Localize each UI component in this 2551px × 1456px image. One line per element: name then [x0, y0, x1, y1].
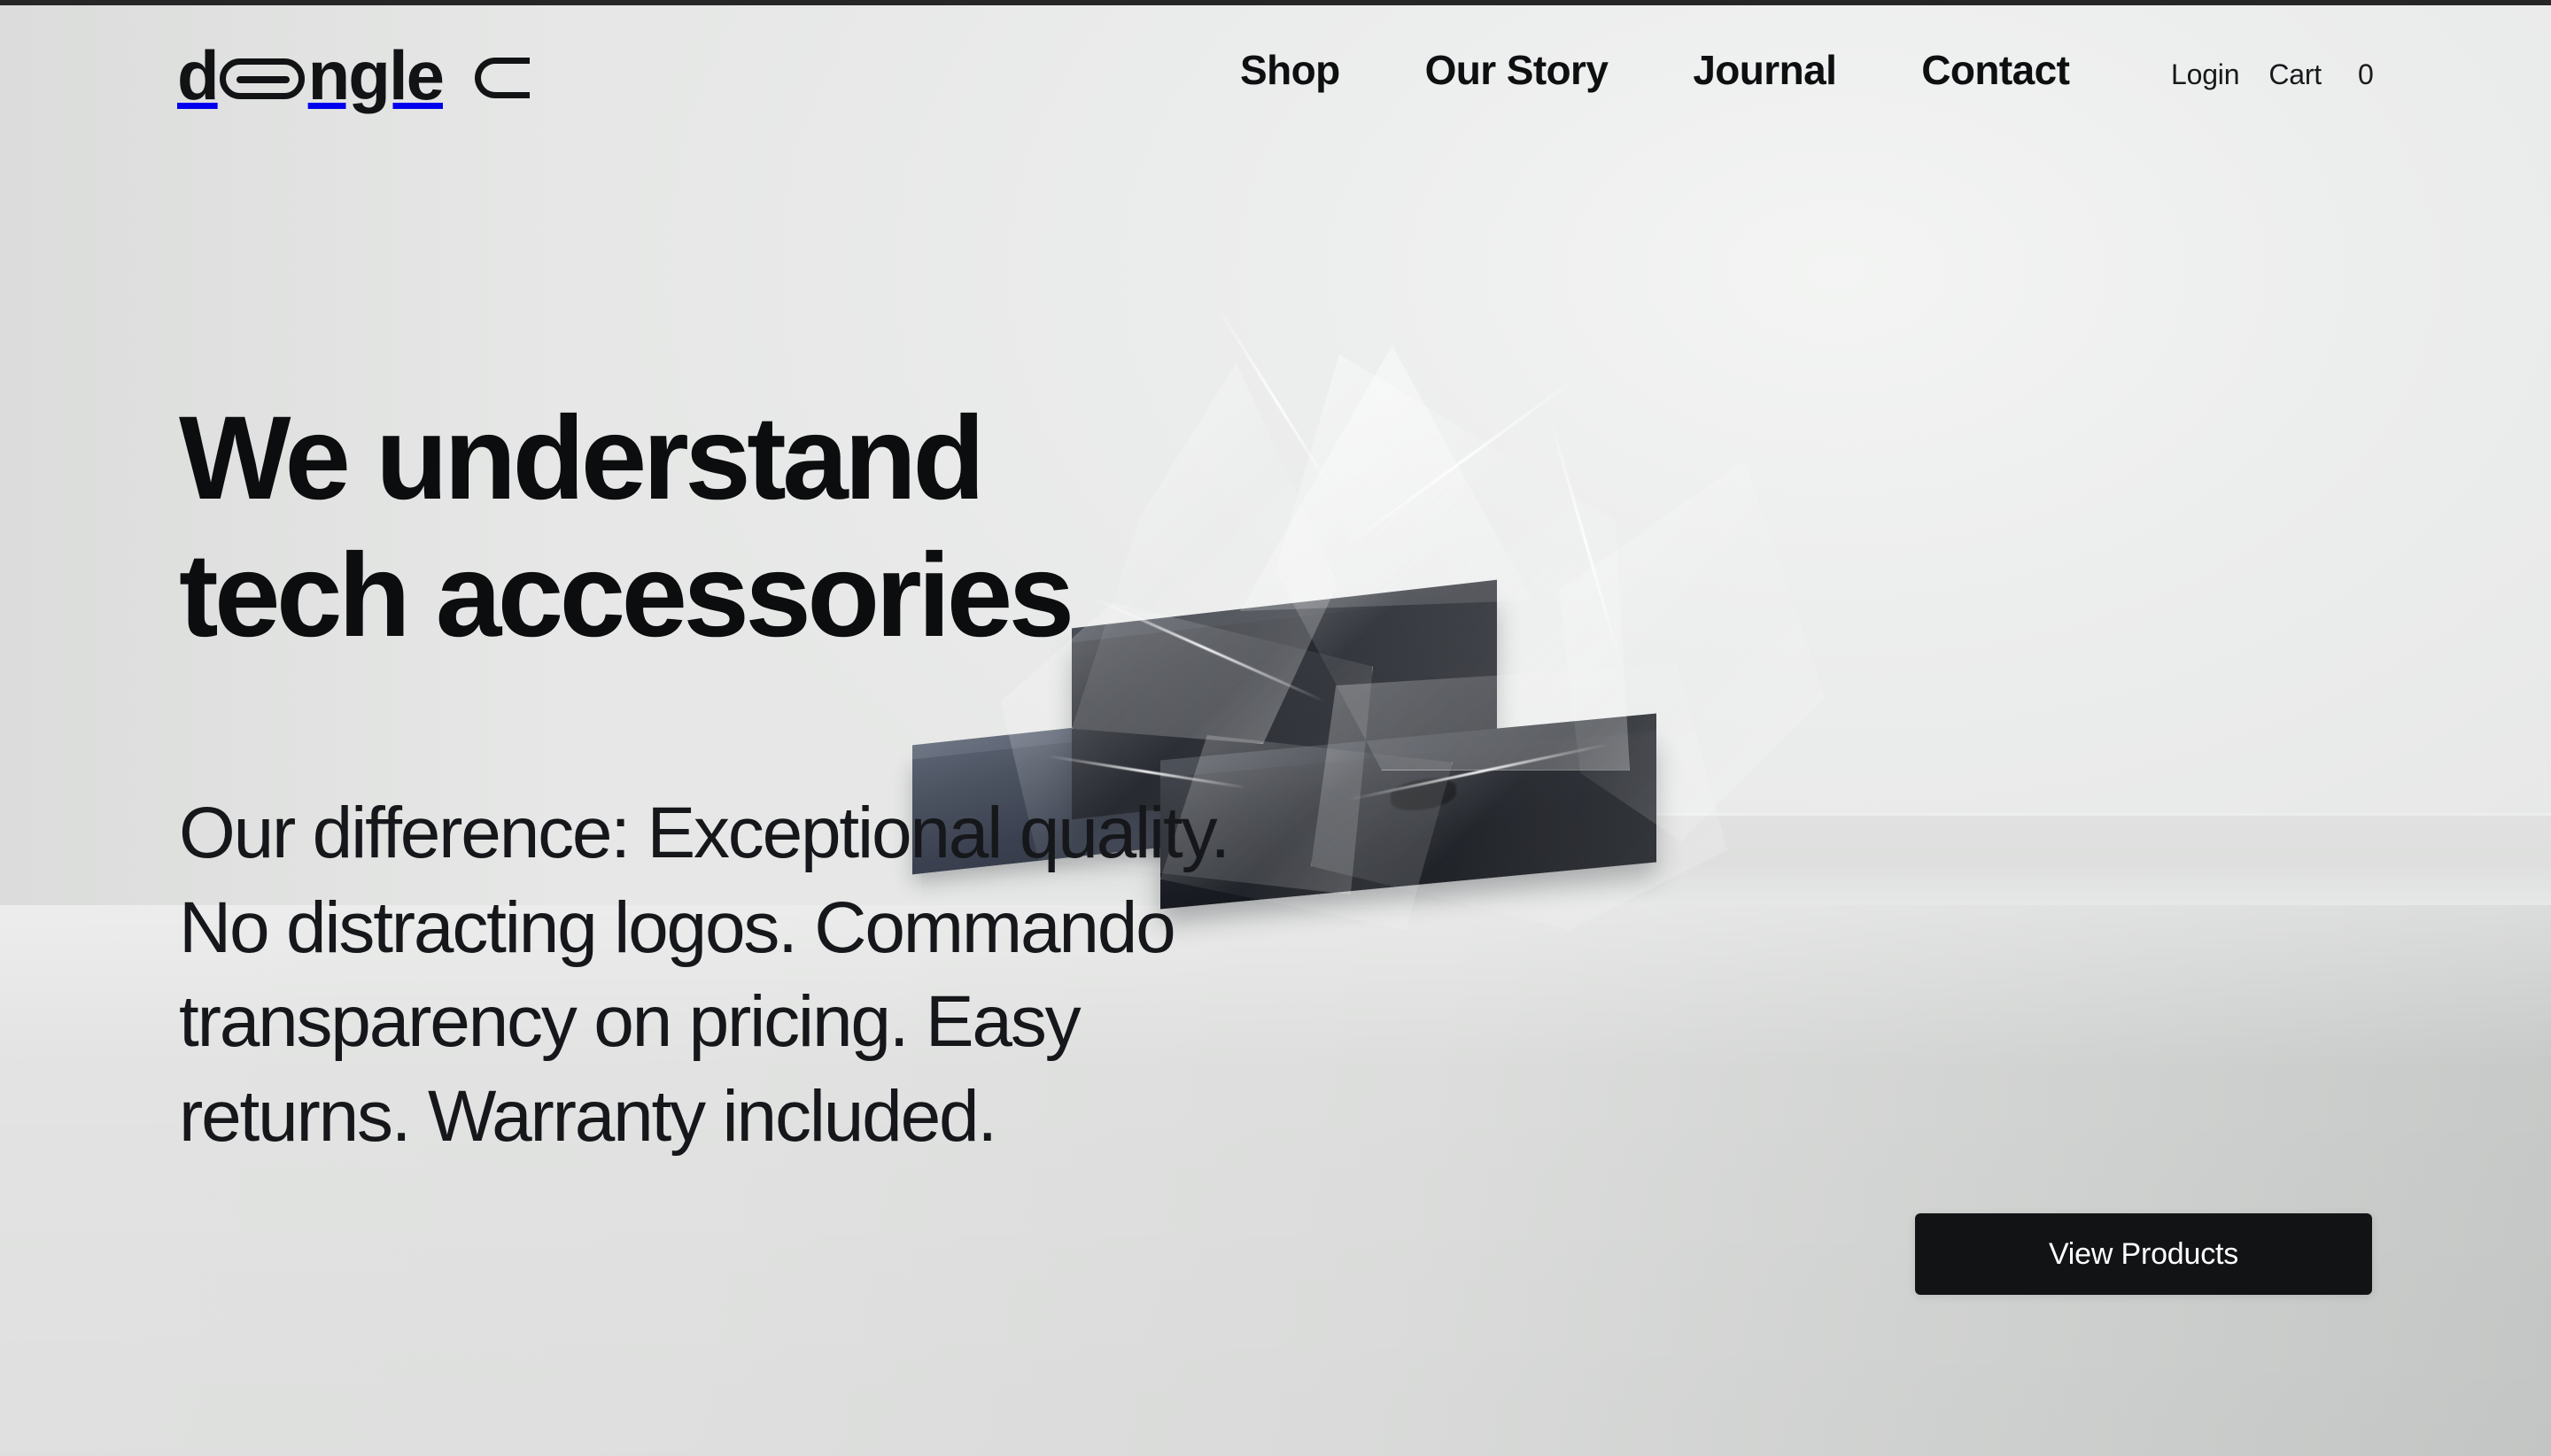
hero-body-copy: Our difference: Exceptional quality. No … [179, 793, 1230, 1157]
brand-logo-wordmark: d ngle [177, 36, 445, 114]
nav-item-journal[interactable]: Journal [1693, 46, 1837, 94]
nav-item-contact[interactable]: Contact [1921, 46, 2070, 94]
brand-logo[interactable]: d ngle [177, 41, 530, 110]
nav-item-our-story[interactable]: Our Story [1425, 46, 1609, 94]
c-connector-mark-icon [475, 58, 530, 98]
site-header: d ngle Shop Our Story Journal Contact Lo… [0, 0, 2551, 156]
main-navigation: Shop Our Story Journal Contact [1240, 46, 2070, 94]
bag-crease [1547, 413, 1624, 670]
bag-crease [1338, 372, 1585, 552]
cart-count-badge: 0 [2357, 58, 2374, 90]
nav-item-shop[interactable]: Shop [1240, 46, 1340, 94]
usb-c-connector-icon [219, 58, 305, 99]
brand-logo-prefix: d [177, 36, 220, 114]
utility-navigation: Login Cart 0 [2171, 58, 2374, 91]
cart-link[interactable]: Cart [2268, 58, 2322, 91]
hero-heading-line-1: We understand [179, 392, 985, 524]
view-products-button[interactable]: View Products [1915, 1213, 2372, 1295]
page-root: d ngle Shop Our Story Journal Contact Lo… [0, 0, 2551, 1456]
hero-heading-line-2: tech accessories [179, 530, 1074, 662]
login-link[interactable]: Login [2171, 58, 2240, 91]
hero-heading: We understand tech accessories [179, 390, 1330, 665]
brand-logo-suffix: ngle [307, 36, 445, 114]
browser-chrome-strip [0, 0, 2551, 5]
